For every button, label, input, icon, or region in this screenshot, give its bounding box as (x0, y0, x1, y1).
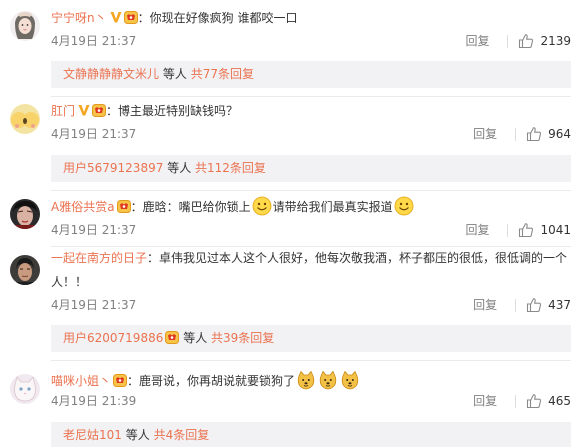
avatar[interactable] (10, 255, 40, 285)
comment-separator: ： (106, 104, 119, 118)
comment-username[interactable]: A雅俗共赏a (51, 200, 115, 214)
sub-reply-etc: 等人 (162, 67, 187, 81)
comment-text-part: 鹿晗：嘴巴给你锁上 (142, 200, 251, 214)
doge-emoji-icon (318, 370, 338, 390)
comment-username[interactable]: 宁宁呀n丶 (51, 11, 107, 25)
sub-reply-total[interactable]: 共77条回复 (191, 67, 254, 81)
comment-divider (51, 360, 571, 361)
member-badge-icon (113, 374, 127, 387)
like-count: 2139 (540, 34, 571, 48)
reply-button[interactable]: 回复 (465, 222, 489, 238)
comment-separator: ： (127, 374, 140, 388)
comment-content: 喵咪小姐丶 ：鹿哥说，你再胡说就要锁狗了 (51, 370, 571, 391)
comment-text: 博主最近特别缺钱吗？ (118, 104, 239, 118)
sub-reply-user[interactable]: 用户6200719886 (63, 331, 163, 345)
verified-v-icon (78, 104, 90, 116)
sub-reply-user[interactable]: 老尼姑101 (63, 428, 122, 442)
comment-actions: 回复 964 (473, 126, 571, 142)
thumb-up-icon[interactable] (518, 33, 534, 49)
thumb-up-icon[interactable] (526, 297, 542, 313)
sub-reply-user[interactable]: 用户5679123897 (63, 161, 163, 175)
smile-emoji-icon (394, 196, 414, 216)
sub-reply-box[interactable]: 用户5679123897 等人 共112条回复 (51, 155, 571, 182)
member-badge-icon (92, 104, 106, 117)
comment-username[interactable]: 肛门 (51, 104, 75, 118)
reply-button[interactable]: 回复 (473, 126, 497, 142)
avatar[interactable] (10, 11, 40, 41)
comment-username[interactable]: 喵咪小姐丶 (51, 374, 111, 388)
thumb-up-icon[interactable] (518, 222, 534, 238)
like-count: 465 (548, 394, 571, 408)
sub-reply-etc: 等人 (183, 331, 208, 345)
member-badge-icon (117, 200, 131, 213)
comment-timestamp: 4月19日 21:37 (51, 298, 137, 312)
sub-reply-total[interactable]: 共112条回复 (195, 161, 266, 175)
thumb-up-icon[interactable] (526, 393, 542, 409)
comment-text: 鹿哥说，你再胡说就要锁狗了 (139, 374, 296, 388)
comment-actions: 回复 1041 (465, 222, 571, 238)
sub-reply-box[interactable]: 老尼姑101 等人 共4条回复 (51, 422, 571, 447)
like-count: 964 (548, 127, 571, 141)
comment-actions: 回复 437 (473, 297, 571, 313)
avatar[interactable] (10, 374, 40, 404)
sub-reply-total[interactable]: 共39条回复 (211, 331, 274, 345)
comment-actions: 回复 2139 (465, 33, 571, 49)
reply-button[interactable]: 回复 (473, 297, 497, 313)
reply-button[interactable]: 回复 (473, 393, 497, 409)
comment-content: 一起在南方的日子：卓伟我见过本人这个人很好，他每次敬我酒，杯子都压的很低，很低调… (51, 246, 571, 294)
sub-reply-etc: 等人 (167, 161, 192, 175)
comment-content: A雅俗共赏a ：鹿晗：嘴巴给你锁上 请带给我们最真实报道 (51, 196, 571, 217)
comment-timestamp: 4月19日 21:39 (51, 394, 137, 408)
like-count: 437 (548, 298, 571, 312)
avatar[interactable] (10, 199, 40, 229)
verified-v-icon (110, 11, 122, 23)
comment-divider (51, 96, 571, 97)
action-divider (515, 394, 517, 408)
sub-reply-user[interactable]: 文静静静静文米儿 (63, 67, 159, 81)
smile-emoji-icon (252, 196, 272, 216)
comment-timestamp: 4月19日 21:37 (51, 127, 137, 141)
sub-reply-box[interactable]: 文静静静静文米儿 等人 共77条回复 (51, 61, 571, 88)
member-badge-icon (165, 331, 179, 344)
doge-emoji-icon (296, 370, 316, 390)
comment-feed: 宁宁呀n丶 ：你现在好像疯狗 谁都咬一口 4月19日 21:37 回复 2139 … (0, 0, 579, 447)
comment-text: 你现在好像疯狗 谁都咬一口 (149, 11, 298, 25)
comment-timestamp: 4月19日 21:37 (51, 34, 137, 48)
sub-reply-total[interactable]: 共4条回复 (154, 428, 210, 442)
comment-content: 肛门 ：博主最近特别缺钱吗？ (51, 101, 571, 121)
member-badge-icon (124, 11, 138, 24)
reply-button[interactable]: 回复 (465, 33, 489, 49)
doge-emoji-icon (340, 370, 360, 390)
avatar[interactable] (10, 104, 40, 134)
comment-separator: ： (130, 200, 143, 214)
comment-username[interactable]: 一起在南方的日子 (51, 251, 147, 265)
sub-reply-etc: 等人 (125, 428, 150, 442)
comment-actions: 回复 465 (473, 393, 571, 409)
like-count: 1041 (540, 223, 571, 237)
comment-text-part: 请带给我们最真实报道 (272, 200, 393, 214)
comment-separator: ： (147, 251, 160, 265)
action-divider (515, 127, 517, 141)
comment-separator: ： (137, 11, 150, 25)
action-divider (515, 298, 517, 312)
comment-timestamp: 4月19日 21:37 (51, 223, 137, 237)
comment-content: 宁宁呀n丶 ：你现在好像疯狗 谁都咬一口 (51, 8, 571, 28)
sub-reply-box[interactable]: 用户6200719886 等人 共39条回复 (51, 325, 571, 352)
action-divider (507, 223, 509, 237)
action-divider (507, 34, 509, 48)
comment-divider (51, 190, 571, 191)
thumb-up-icon[interactable] (526, 126, 542, 142)
